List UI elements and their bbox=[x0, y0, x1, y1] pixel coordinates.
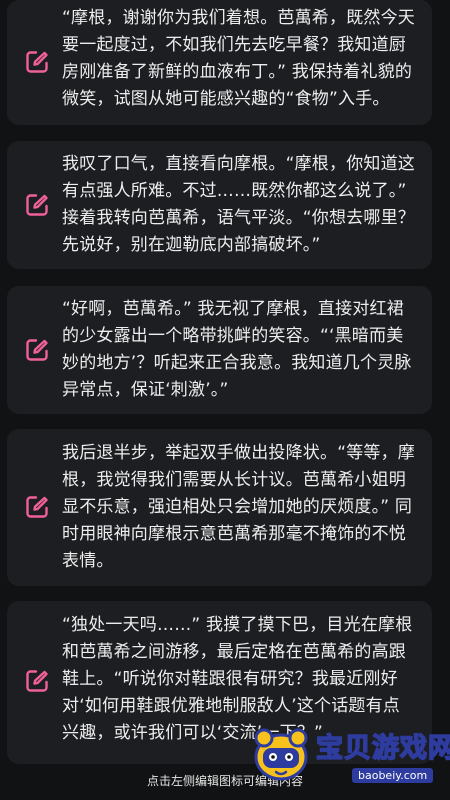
entry-text: “摩根，谢谢你为我们着想。芭萬希，既然今天要一起度过，不如我们先去吃早餐？我知道… bbox=[62, 8, 416, 109]
story-page: “摩根，谢谢你为我们着想。芭萬希，既然今天要一起度过，不如我们先去吃早餐？我知道… bbox=[0, 0, 450, 800]
watermark-title: 宝贝游戏网 bbox=[315, 732, 450, 765]
edit-icon bbox=[26, 194, 48, 216]
entry-card: 我叹了口气，直接看向摩根。“摩根，你知道这有点强人所难。不过……既然你都这么说了… bbox=[7, 141, 432, 269]
edit-icon bbox=[26, 670, 48, 692]
edit-button[interactable] bbox=[22, 335, 52, 365]
entry-card: “好啊，芭萬希。” 我无视了摩根，直接对红裙的少女露出一个略带挑衅的笑容。“‘黑… bbox=[7, 286, 432, 414]
watermark-url: baobeiy.com bbox=[352, 768, 434, 783]
edit-button[interactable] bbox=[22, 666, 52, 696]
edit-button[interactable] bbox=[22, 47, 52, 77]
entry-card: 我后退半步，举起双手做出投降状。“等等，摩根，我觉得我们需要从长计议。芭萬希小姐… bbox=[7, 429, 432, 586]
entry-card: “摩根，谢谢你为我们着想。芭萬希，既然今天要一起度过，不如我们先去吃早餐？我知道… bbox=[7, 0, 432, 125]
entry-text: 我叹了口气，直接看向摩根。“摩根，你知道这有点强人所难。不过……既然你都这么说了… bbox=[62, 154, 416, 255]
entry-text: 我后退半步，举起双手做出投降状。“等等，摩根，我觉得我们需要从长计议。芭萬希小姐… bbox=[62, 443, 416, 571]
edit-button[interactable] bbox=[22, 190, 52, 220]
watermark-logo: 宝贝游戏网 baobeiy.com bbox=[242, 722, 450, 792]
edit-button[interactable] bbox=[22, 492, 52, 522]
mascot-icon bbox=[254, 728, 308, 781]
edit-icon bbox=[26, 339, 48, 361]
entry-text: “好啊，芭萬希。” 我无视了摩根，直接对红裙的少女露出一个略带挑衅的笑容。“‘黑… bbox=[62, 299, 412, 400]
edit-icon bbox=[26, 496, 48, 518]
edit-icon bbox=[26, 51, 48, 73]
